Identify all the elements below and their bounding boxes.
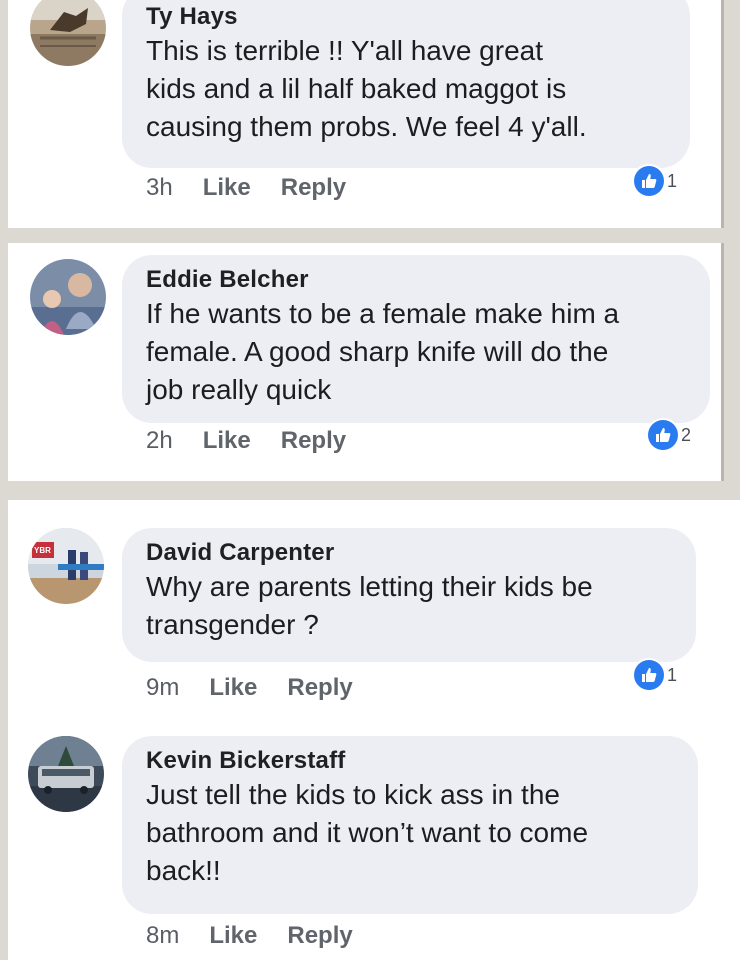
reaction-summary[interactable]: 2 [648,420,691,450]
comment-actions: 9m Like Reply [146,674,353,702]
comment-text-line: job really quick [146,374,332,405]
comment-text-line: bathroom and it won’t want to come [146,817,589,848]
reply-link[interactable]: Reply [287,674,352,702]
comment-text-line: This is terrible !! Y'all have great [146,35,544,66]
avatar-sign-text: YBR [34,546,51,555]
comment-text-line: causing them probs. We feel 4 y'all. [146,111,587,142]
thumbs-up-icon [634,660,664,690]
rodeo-photo-avatar [30,0,106,66]
thumbs-up-icon [634,166,664,196]
reaction-summary[interactable]: 1 [634,660,677,690]
comment-author[interactable]: David Carpenter [146,538,672,568]
arena-photo-avatar: YBR [28,528,104,604]
comment-actions: 2h Like Reply [146,427,346,455]
reaction-count: 2 [681,424,692,445]
comment-timestamp[interactable]: 2h [146,427,173,455]
avatar[interactable] [30,0,106,66]
thumbs-up-icon [648,420,678,450]
like-link[interactable]: Like [203,174,251,202]
man-with-child-avatar [30,259,106,335]
comment-card: Ty Hays This is terrible !! Y'all have g… [8,0,724,228]
comment-card: YBR David Carpenter Why are parents lett… [8,500,740,960]
comment-text-line: Why are parents letting their kids be [146,571,593,602]
like-link[interactable]: Like [203,427,251,455]
comment-author[interactable]: Ty Hays [146,2,666,32]
like-link[interactable]: Like [209,922,257,950]
comment-card: Eddie Belcher If he wants to be a female… [8,243,724,481]
reply-link[interactable]: Reply [281,174,346,202]
comment-text-line: female. A good sharp knife will do the [146,336,609,367]
reply-link[interactable]: Reply [287,922,352,950]
comment-timestamp[interactable]: 9m [146,674,179,702]
reaction-count: 1 [667,170,678,191]
comment-author[interactable]: Kevin Bickerstaff [146,746,674,776]
comment-bubble: Ty Hays This is terrible !! Y'all have g… [122,0,690,168]
avatar[interactable] [28,736,104,812]
like-link[interactable]: Like [209,674,257,702]
comment-actions: 3h Like Reply [146,174,346,202]
reaction-summary[interactable]: 1 [634,166,677,196]
comment-timestamp[interactable]: 3h [146,174,173,202]
comment-text-line: transgender ? [146,609,319,640]
avatar[interactable]: YBR [28,528,104,604]
reaction-count: 1 [667,664,678,685]
comment-text-line: If he wants to be a female make him a [146,298,620,329]
comment-actions: 8m Like Reply [146,922,353,950]
comment-bubble: Kevin Bickerstaff Just tell the kids to … [122,736,698,914]
comment-bubble: Eddie Belcher If he wants to be a female… [122,255,710,423]
comment-bubble: David Carpenter Why are parents letting … [122,528,696,662]
avatar[interactable] [30,259,106,335]
comment-timestamp[interactable]: 8m [146,922,179,950]
bus-photo-avatar [28,736,104,812]
reply-link[interactable]: Reply [281,427,346,455]
comment-text-line: kids and a lil half baked maggot is [146,73,567,104]
comment-text-line: back!! [146,855,221,886]
comment-text-line: Just tell the kids to kick ass in the [146,779,560,810]
comment-author[interactable]: Eddie Belcher [146,265,686,295]
